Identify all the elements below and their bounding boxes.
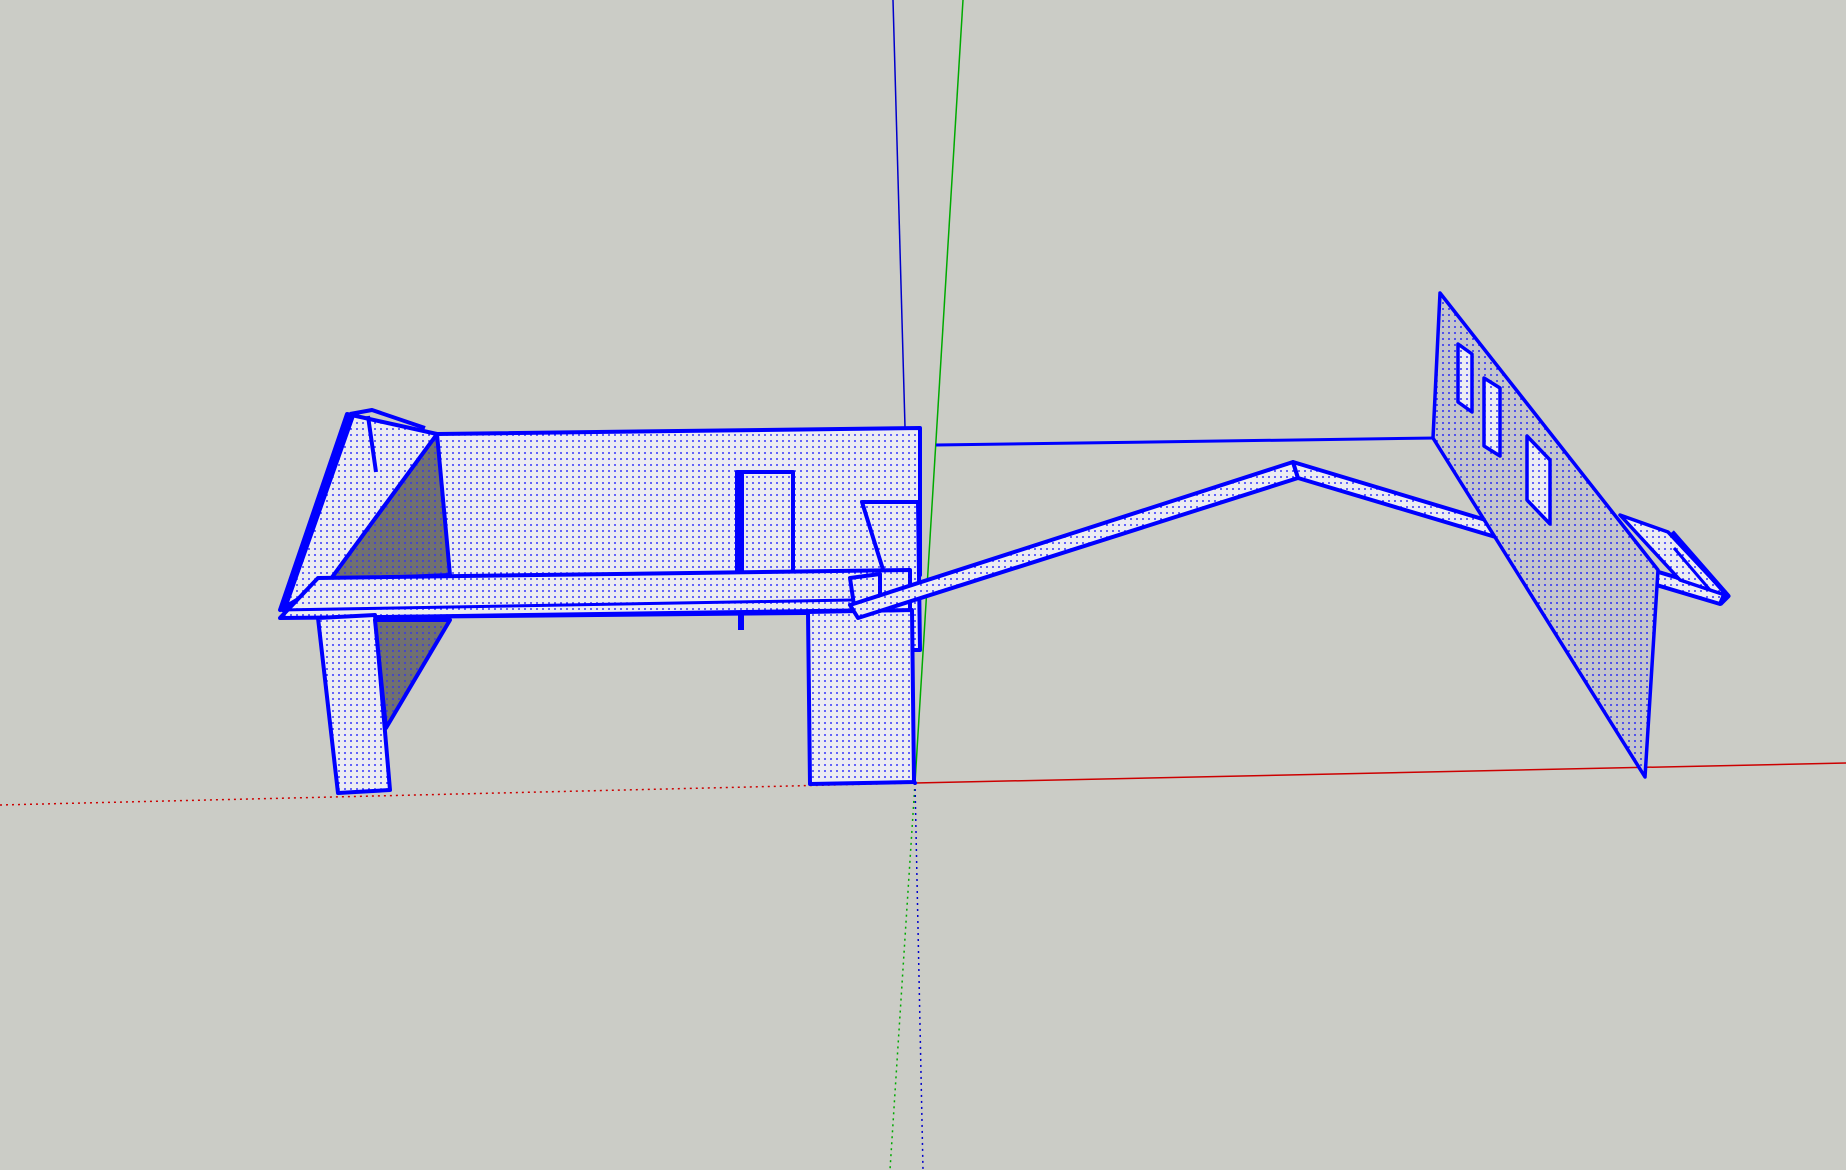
left-structure[interactable] [278,408,922,795]
axis-origin-icon [913,781,917,785]
green-axis-positive [914,0,964,784]
left-support[interactable] [373,618,452,730]
blue-axis-negative [914,782,924,1170]
window-1[interactable] [1456,342,1474,414]
red-axis-positive [914,762,1846,784]
right-leg[interactable] [806,608,916,786]
green-axis-negative [889,782,916,1170]
right-panel[interactable] [1431,291,1731,779]
beam-guide-line [935,436,1437,447]
door-opening[interactable] [735,470,795,577]
window-2[interactable] [1482,376,1502,458]
model-canvas[interactable] [0,0,1846,1170]
sketchup-viewport[interactable] [0,0,1846,1170]
red-axis-negative [0,782,916,806]
